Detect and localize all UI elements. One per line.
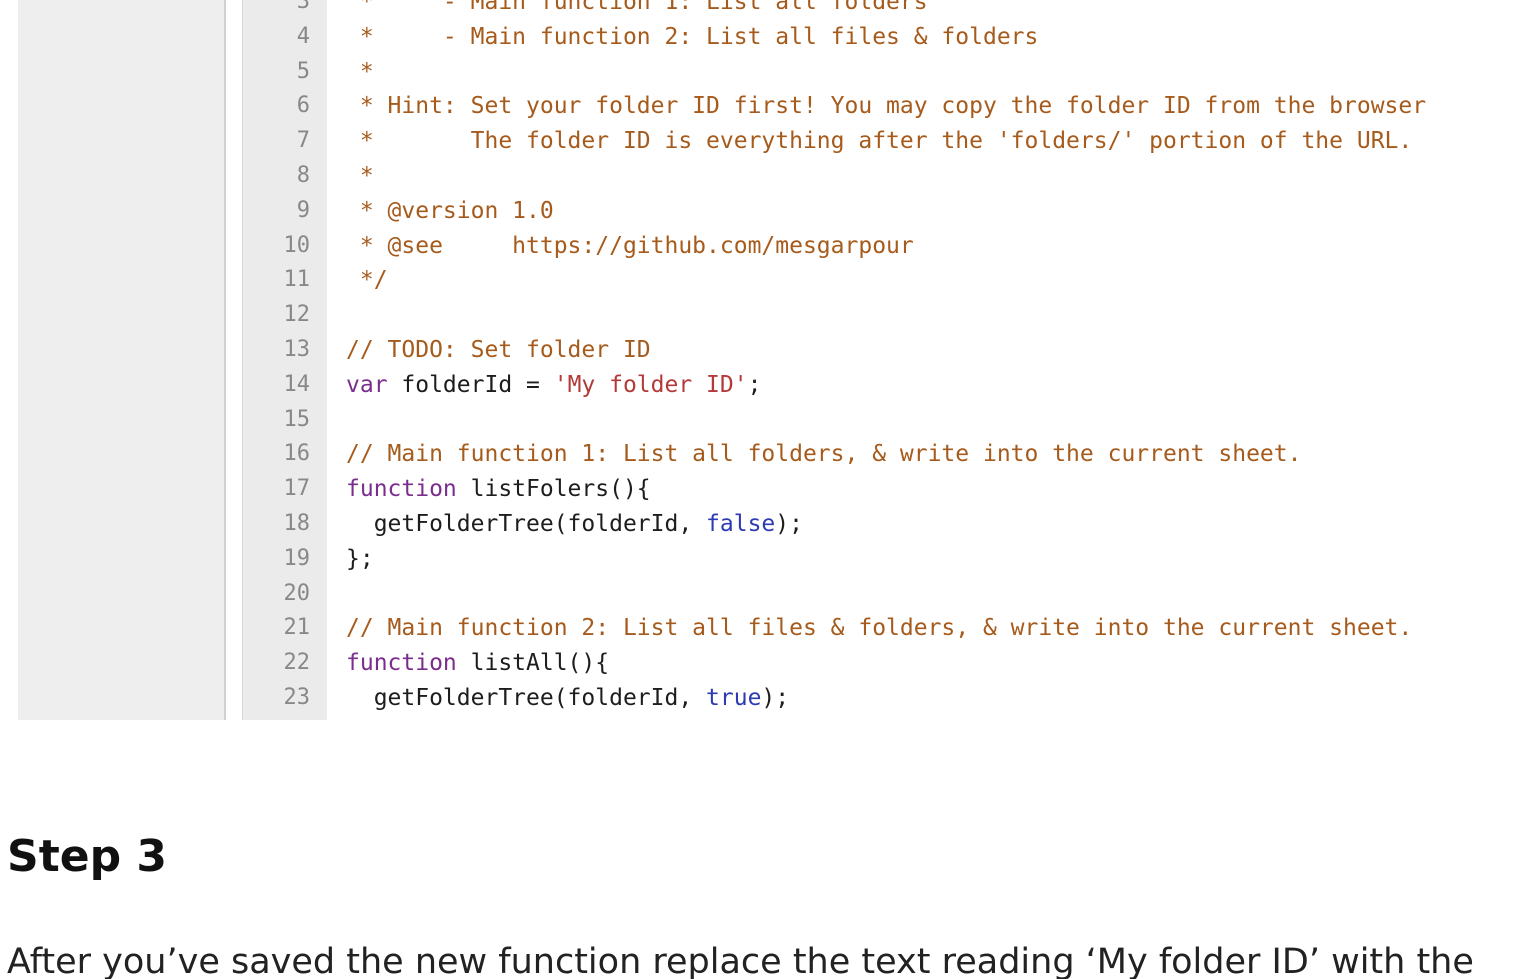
code-line-list[interactable]: * - Main function 1: List all folders * … — [346, 0, 1426, 716]
line-number: 13 — [283, 336, 311, 362]
code-line[interactable]: }; — [346, 542, 1426, 577]
code-token-comment: * - Main function 1: List all folders — [346, 0, 928, 15]
code-token-plain: ); — [761, 684, 790, 711]
line-number: 20 — [283, 580, 311, 606]
line-number: 5 — [296, 58, 310, 84]
code-line[interactable]: * - Main function 1: List all folders — [346, 0, 1426, 20]
code-token-keyword: function — [346, 476, 457, 503]
code-line[interactable] — [346, 298, 1426, 333]
code-token-bool: false — [706, 510, 776, 537]
code-line[interactable]: function listFolers(){ — [346, 472, 1426, 507]
line-number: 23 — [283, 684, 311, 710]
code-token-comment: // Main function 1: List all folders, & … — [346, 441, 1302, 468]
code-token-comment: * @version 1.0 — [346, 197, 554, 224]
code-token-plain: getFolderTree(folderId, — [346, 510, 707, 537]
code-line[interactable]: * - Main function 2: List all files & fo… — [346, 20, 1426, 55]
code-token-plain: ); — [775, 510, 803, 537]
code-line[interactable] — [346, 577, 1426, 612]
line-number: 7 — [296, 128, 310, 154]
line-number: 19 — [283, 545, 311, 571]
code-token-comment: // Main function 2: List all files & fol… — [346, 615, 1413, 642]
code-line[interactable]: * — [346, 159, 1426, 194]
line-number: 9 — [296, 197, 310, 223]
line-number: 10 — [283, 232, 311, 258]
code-line[interactable]: * The folder ID is everything after the … — [346, 124, 1426, 159]
line-number: 14 — [283, 371, 311, 397]
line-number: 21 — [283, 615, 311, 641]
line-number: 8 — [296, 162, 310, 188]
code-token-string: 'My folder ID' — [553, 371, 748, 398]
code-line[interactable]: // Main function 1: List all folders, & … — [346, 437, 1426, 472]
code-token-plain: folderId = — [387, 371, 554, 398]
step-heading: Step 3 — [7, 831, 167, 882]
code-token-comment: */ — [346, 267, 388, 294]
code-token-comment: * The folder ID is everything after the … — [346, 128, 1413, 155]
code-token-comment: * - Main function 2: List all files & fo… — [346, 23, 1039, 50]
code-editor-screenshot: 3 4 5 6 7 8 9 10 11 12 13 14 15 16 17 18 19 20 21 22 23 * - … — [0, 0, 1539, 720]
code-line[interactable]: * — [346, 55, 1426, 90]
code-token-plain: ; — [747, 371, 762, 398]
code-token-bool: true — [706, 684, 762, 711]
line-number: 15 — [283, 406, 311, 432]
panel-divider — [226, 0, 242, 720]
code-line[interactable]: getFolderTree(folderId, false); — [346, 507, 1426, 542]
code-line[interactable]: function listAll(){ — [346, 646, 1426, 681]
line-number: 22 — [283, 650, 311, 676]
code-token-keyword: function — [346, 650, 457, 677]
code-line[interactable]: * @see https://github.com/mesgarpour — [346, 229, 1426, 264]
line-number: 12 — [283, 302, 311, 328]
code-token-comment: * — [346, 58, 374, 85]
code-token-comment: * — [346, 162, 374, 189]
line-number: 3 — [296, 0, 310, 14]
line-number: 6 — [296, 93, 310, 119]
code-line[interactable]: getFolderTree(folderId, true); — [346, 681, 1426, 716]
line-number-list: 3 4 5 6 7 8 9 10 11 12 13 14 15 16 17 18 19 20 21 22 23 — [242, 0, 311, 716]
code-line[interactable]: */ — [346, 263, 1426, 298]
code-line[interactable]: var folderId = 'My folder ID'; — [346, 368, 1426, 403]
line-number: 16 — [283, 441, 311, 467]
code-line[interactable]: // Main function 2: List all files & fol… — [346, 611, 1426, 646]
line-number: 17 — [283, 476, 311, 502]
code-token-comment: * Hint: Set your folder ID first! You ma… — [346, 93, 1427, 120]
code-token-plain: listAll(){ — [456, 650, 610, 677]
code-line[interactable]: // TODO: Set folder ID — [346, 333, 1426, 368]
code-line[interactable]: * Hint: Set your folder ID first! You ma… — [346, 89, 1426, 124]
code-line[interactable] — [346, 403, 1426, 438]
line-number: 4 — [296, 23, 310, 49]
line-number: 11 — [283, 267, 311, 293]
article-section: Step 3 — [7, 826, 1539, 888]
code-token-plain: listFolers(){ — [456, 476, 651, 503]
step-instruction: After you’ve saved the new function repl… — [7, 942, 1474, 979]
code-token-plain: }; — [346, 545, 374, 572]
editor-sidebar-panel — [18, 0, 226, 720]
code-token-comment: * @see https://github.com/mesgarpour — [346, 232, 914, 259]
code-token-plain: getFolderTree(folderId, — [346, 684, 707, 711]
code-token-keyword: var — [346, 371, 388, 398]
line-number: 18 — [283, 510, 311, 536]
code-line[interactable]: * @version 1.0 — [346, 194, 1426, 229]
code-token-comment: // TODO: Set folder ID — [346, 336, 651, 363]
